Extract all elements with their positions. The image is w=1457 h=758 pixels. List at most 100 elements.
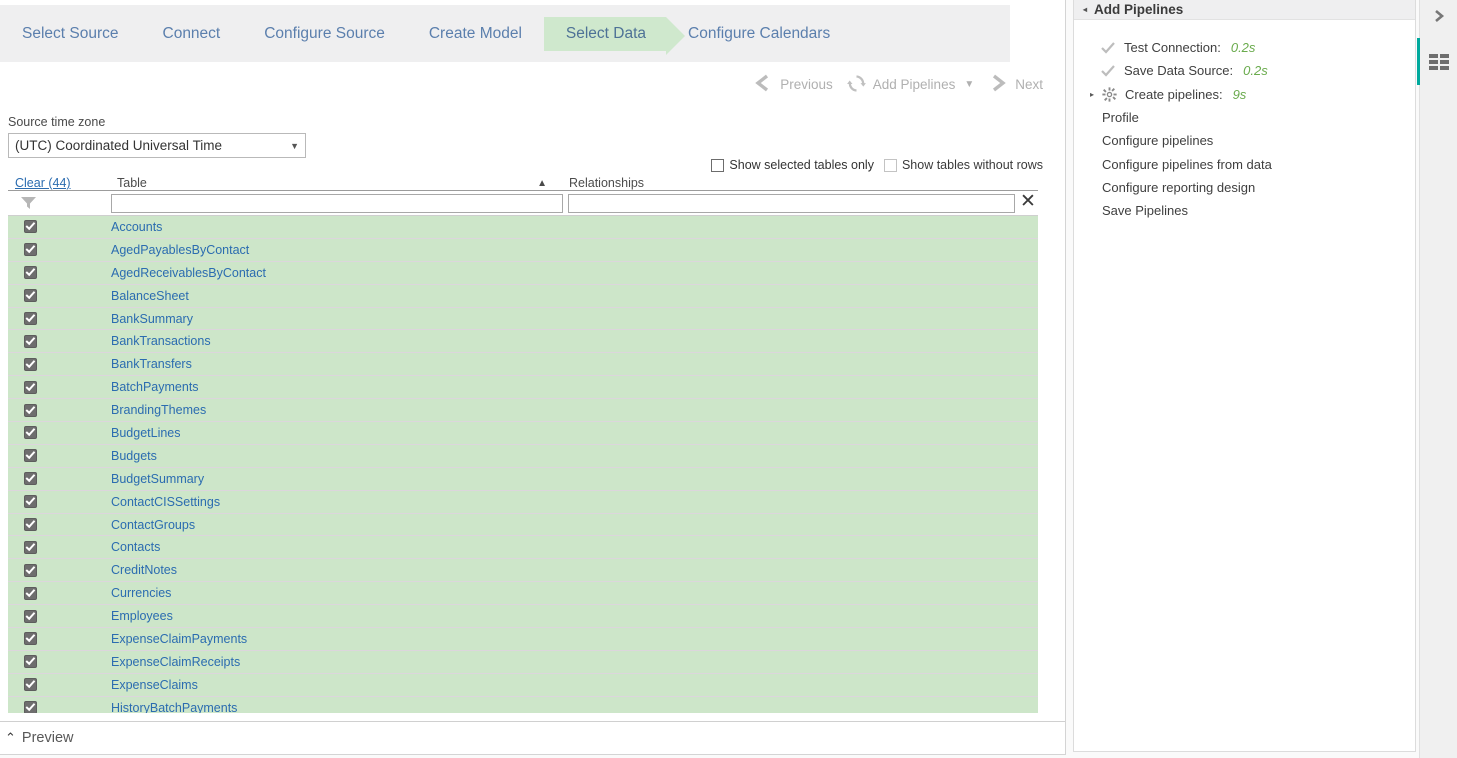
table-row[interactable]: AgedReceivablesByContact xyxy=(8,261,1038,285)
table-row[interactable]: Employees xyxy=(8,605,1038,629)
chevron-down-icon[interactable]: ▼ xyxy=(964,79,974,90)
filter-table-input[interactable] xyxy=(111,193,563,213)
table-row-name[interactable]: ExpenseClaimPayments xyxy=(111,632,1038,646)
table-row[interactable]: Budgets xyxy=(8,444,1038,468)
table-row-checkbox[interactable] xyxy=(24,655,37,669)
table-row[interactable]: ExpenseClaims xyxy=(8,673,1038,697)
table-row-checkbox-cell[interactable] xyxy=(8,289,111,303)
table-row-checkbox-cell[interactable] xyxy=(8,472,111,486)
table-row-checkbox[interactable] xyxy=(24,678,37,692)
table-row-checkbox-cell[interactable] xyxy=(8,357,111,371)
wizard-step-configure-calendars[interactable]: Configure Calendars xyxy=(666,17,852,51)
show-tables-without-rows-option[interactable]: Show tables without rows xyxy=(883,158,1043,172)
table-row[interactable]: BatchPayments xyxy=(8,376,1038,400)
filter-relationships-input[interactable] xyxy=(568,193,1015,213)
table-row-checkbox-cell[interactable] xyxy=(8,495,111,509)
column-header-relationships[interactable]: Relationships xyxy=(563,176,1038,190)
table-row-name[interactable]: ExpenseClaims xyxy=(111,678,1038,692)
triangle-collapse-icon[interactable]: ◂ xyxy=(1083,5,1087,14)
table-row-checkbox-cell[interactable] xyxy=(8,243,111,257)
tables-grid-body[interactable]: Accounts AgedPayablesByContact AgedReceiva… xyxy=(8,216,1038,713)
table-row-checkbox[interactable] xyxy=(24,357,37,371)
pipeline-task-item[interactable]: ▸ Create pipelines: 9s xyxy=(1074,83,1415,106)
table-row-name[interactable]: BudgetLines xyxy=(111,426,1038,440)
table-row-checkbox[interactable] xyxy=(24,403,37,417)
table-row-checkbox-cell[interactable] xyxy=(8,655,111,669)
rail-tab-pipelines[interactable] xyxy=(1417,38,1457,85)
pipeline-task-item[interactable]: Profile xyxy=(1074,106,1415,129)
show-tables-without-rows-checkbox[interactable] xyxy=(883,158,897,172)
table-row-name[interactable]: BankTransactions xyxy=(111,334,1038,348)
table-row-checkbox-cell[interactable] xyxy=(8,380,111,394)
add-pipelines-panel-header[interactable]: ◂ Add Pipelines xyxy=(1074,0,1415,20)
table-row-name[interactable]: BudgetSummary xyxy=(111,472,1038,486)
table-row-name[interactable]: AgedPayablesByContact xyxy=(111,243,1038,257)
table-row-checkbox[interactable] xyxy=(24,632,37,646)
table-row-name[interactable]: BankSummary xyxy=(111,312,1038,326)
table-row-checkbox[interactable] xyxy=(24,426,37,440)
table-row-checkbox[interactable] xyxy=(24,220,37,234)
table-row-checkbox[interactable] xyxy=(24,334,37,348)
table-row-checkbox-cell[interactable] xyxy=(8,449,111,463)
table-row-checkbox[interactable] xyxy=(24,540,37,554)
table-row[interactable]: AgedPayablesByContact xyxy=(8,238,1038,262)
table-row[interactable]: BudgetLines xyxy=(8,422,1038,445)
wizard-step-select-source[interactable]: Select Source xyxy=(0,17,141,51)
table-row[interactable]: BrandingThemes xyxy=(8,399,1038,423)
show-selected-tables-only-checkbox[interactable] xyxy=(711,158,725,172)
table-row-checkbox[interactable] xyxy=(24,266,37,280)
table-row-checkbox[interactable] xyxy=(24,312,37,325)
table-row[interactable]: BankSummary xyxy=(8,307,1038,331)
table-row[interactable]: Currencies xyxy=(8,582,1038,606)
next-button[interactable]: Next xyxy=(987,72,1043,97)
table-row[interactable]: BankTransfers xyxy=(8,353,1038,377)
table-row-checkbox[interactable] xyxy=(24,701,37,713)
table-row-name[interactable]: Accounts xyxy=(111,220,1038,234)
expand-panel-chevron-right-icon[interactable] xyxy=(1431,8,1447,29)
table-row[interactable]: BankTransactions xyxy=(8,330,1038,354)
table-row[interactable]: HistoryBatchPayments xyxy=(8,696,1038,713)
table-row-checkbox-cell[interactable] xyxy=(8,220,111,234)
table-row-checkbox[interactable] xyxy=(24,449,37,463)
table-row-name[interactable]: BankTransfers xyxy=(111,357,1038,371)
table-row-name[interactable]: HistoryBatchPayments xyxy=(111,701,1038,713)
pipeline-task-item[interactable]: Configure pipelines xyxy=(1074,129,1415,152)
clear-filter-icon[interactable]: ✕ xyxy=(1020,192,1036,212)
wizard-step-select-data[interactable]: Select Data xyxy=(543,16,686,55)
show-selected-tables-only-option[interactable]: Show selected tables only xyxy=(711,158,874,172)
clear-selection-link[interactable]: Clear (44) xyxy=(15,176,71,190)
filter-funnel-icon[interactable] xyxy=(8,195,111,211)
table-row-checkbox-cell[interactable] xyxy=(8,586,111,600)
table-row-name[interactable]: BalanceSheet xyxy=(111,289,1038,303)
table-row-checkbox-cell[interactable] xyxy=(8,518,111,532)
wizard-step-configure-source[interactable]: Configure Source xyxy=(242,17,407,51)
pipeline-task-item[interactable]: Save Pipelines xyxy=(1074,199,1415,222)
table-row-name[interactable]: CreditNotes xyxy=(111,563,1038,577)
table-row-checkbox-cell[interactable] xyxy=(8,334,111,348)
table-row-checkbox-cell[interactable] xyxy=(8,632,111,646)
table-row-checkbox-cell[interactable] xyxy=(8,403,111,417)
table-row-checkbox-cell[interactable] xyxy=(8,312,111,325)
wizard-step-create-model[interactable]: Create Model xyxy=(407,17,544,51)
table-row-checkbox[interactable] xyxy=(24,495,37,509)
table-row-checkbox[interactable] xyxy=(24,563,37,577)
table-row-checkbox[interactable] xyxy=(24,518,37,532)
source-timezone-select[interactable]: (UTC) Coordinated Universal Time ▼ xyxy=(8,133,306,158)
table-row-name[interactable]: ContactCISSettings xyxy=(111,495,1038,509)
table-row[interactable]: ExpenseClaimReceipts xyxy=(8,650,1038,674)
table-row[interactable]: ExpenseClaimPayments xyxy=(8,628,1038,651)
table-row-checkbox-cell[interactable] xyxy=(8,563,111,577)
table-row-name[interactable]: Budgets xyxy=(111,449,1038,463)
table-row-checkbox-cell[interactable] xyxy=(8,540,111,554)
table-row[interactable]: ContactGroups xyxy=(8,513,1038,537)
table-row-checkbox[interactable] xyxy=(24,243,37,257)
table-row-checkbox-cell[interactable] xyxy=(8,426,111,440)
table-row-name[interactable]: Employees xyxy=(111,609,1038,623)
table-row-name[interactable]: ContactGroups xyxy=(111,518,1038,532)
table-row-checkbox[interactable] xyxy=(24,609,37,623)
preview-panel-bar[interactable]: ⌃ Preview xyxy=(0,721,1065,754)
column-header-table[interactable]: Table ▲ xyxy=(111,176,563,190)
table-row[interactable]: Contacts xyxy=(8,536,1038,560)
pipeline-task-item[interactable]: Save Data Source: 0.2s xyxy=(1074,59,1415,82)
table-row-name[interactable]: AgedReceivablesByContact xyxy=(111,266,1038,280)
